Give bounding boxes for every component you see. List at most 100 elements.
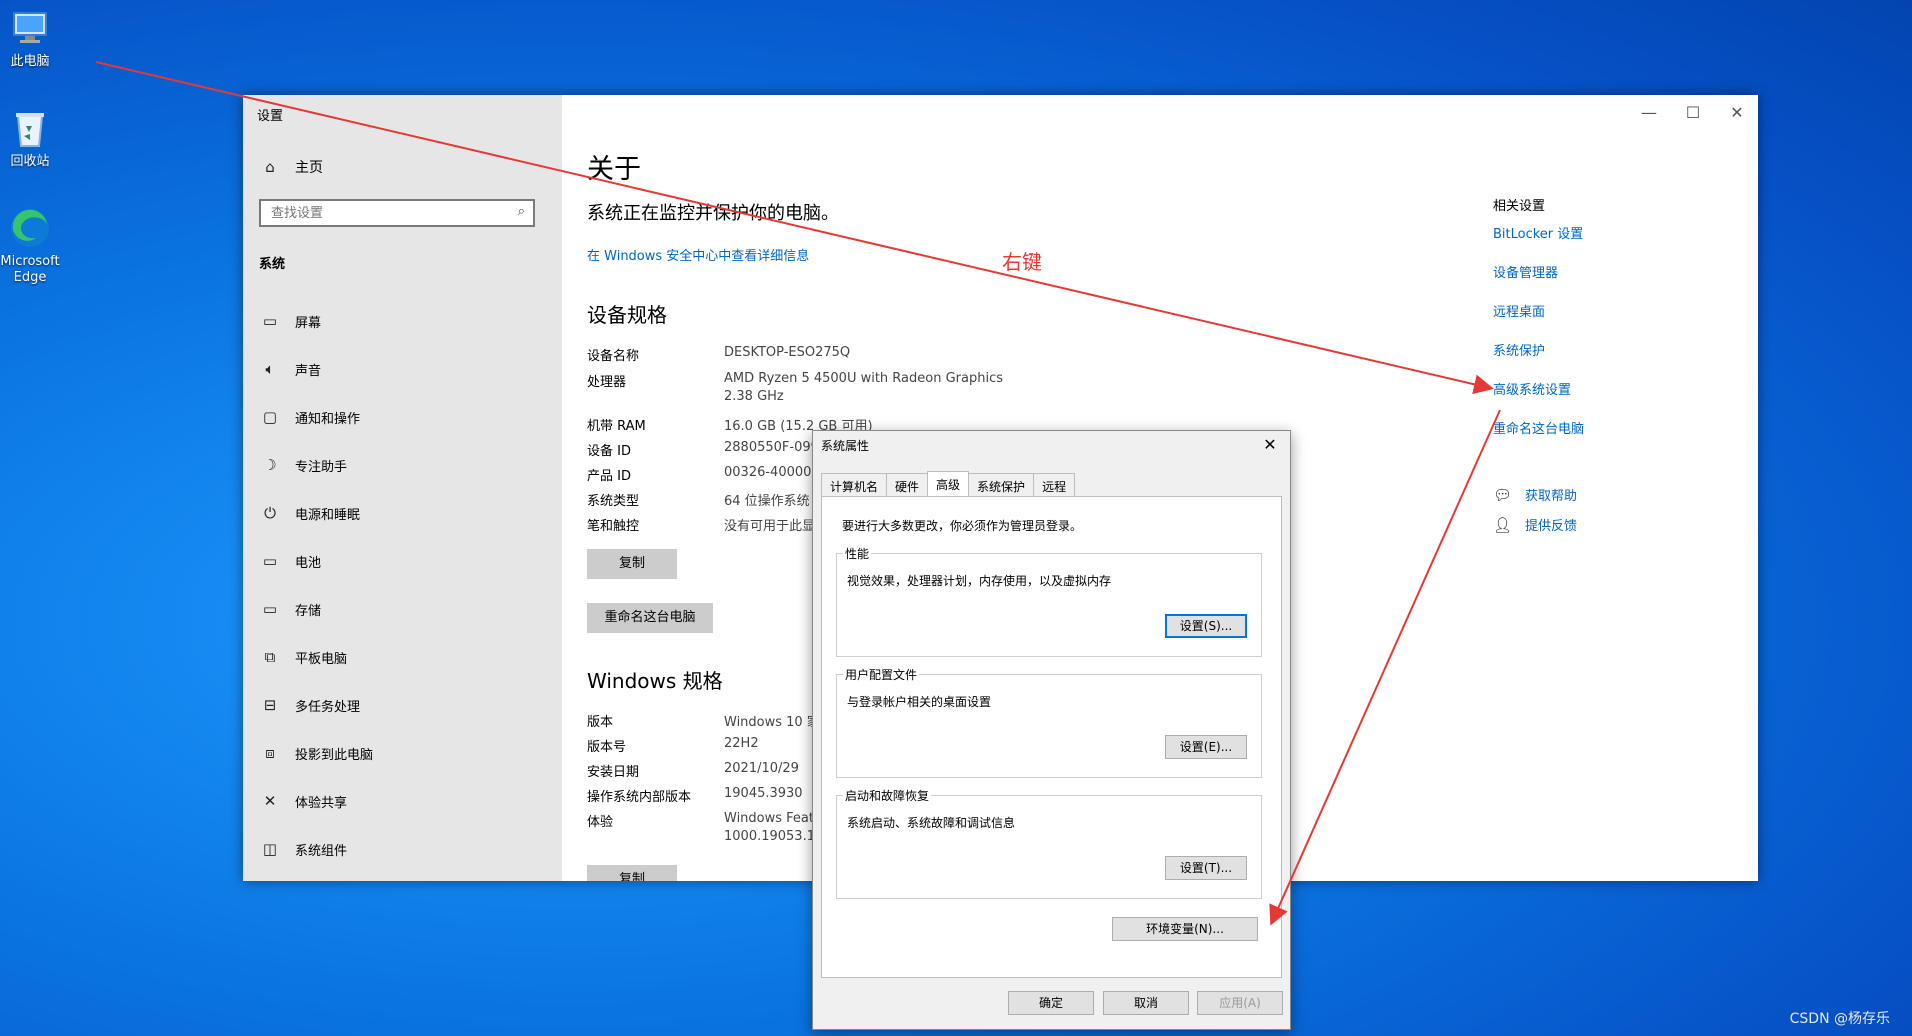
group-desc: 视觉效果，处理器计划，内存使用，以及虚拟内存 bbox=[847, 574, 1112, 588]
sidebar-item-multitasking[interactable]: ⊟ 多任务处理 bbox=[259, 693, 360, 717]
copy-button[interactable]: 复制 bbox=[587, 549, 677, 579]
sidebar-item-label: 平板电脑 bbox=[295, 651, 348, 667]
watermark: CSDN @杨存乐 bbox=[1789, 1011, 1890, 1027]
spec-label: 处理器 bbox=[587, 375, 627, 390]
windows-specs-title: Windows 规格 bbox=[587, 669, 723, 693]
annotation-right-click: 右键 bbox=[1002, 250, 1042, 274]
sidebar-item-label: 存储 bbox=[295, 603, 322, 619]
sidebar-item-label: 电池 bbox=[295, 555, 322, 571]
spec-value: 2.38 GHz bbox=[724, 389, 784, 404]
related-settings-title: 相关设置 bbox=[1493, 199, 1546, 214]
sidebar-item-battery[interactable]: ▭ 电池 bbox=[259, 549, 321, 573]
desktop-icon-this-pc[interactable]: 此电脑 bbox=[0, 6, 65, 70]
environment-variables-button[interactable]: 环境变量(N)... bbox=[1112, 917, 1258, 941]
sidebar-item-label: 专注助手 bbox=[295, 459, 348, 475]
feedback-label: 提供反馈 bbox=[1525, 519, 1578, 534]
get-help-link[interactable]: 💬︎ 获取帮助 bbox=[1493, 485, 1578, 505]
storage-icon: ▭ bbox=[262, 600, 278, 618]
tab-advanced[interactable]: 高级 bbox=[927, 471, 970, 499]
project-icon: ⧈ bbox=[265, 744, 275, 762]
settings-sidebar: 设置 ⌂ 主页 ⌕ 系统 ▭ 屏幕 🔈︎ 声音 ▢ 通知和操作 ☽ 专注助手 ⏻ 电源和睡… bbox=[243, 95, 562, 881]
rename-pc-link[interactable]: 重命名这台电脑 bbox=[1493, 418, 1584, 437]
startup-settings-button[interactable]: 设置(T)... bbox=[1165, 856, 1247, 880]
sidebar-item-storage[interactable]: ▭ 存储 bbox=[259, 597, 321, 621]
desktop-icon-label: 回收站 bbox=[10, 154, 50, 169]
startup-recovery-group: 启动和故障恢复 系统启动、系统故障和调试信息 设置(T)... bbox=[836, 787, 1262, 899]
sidebar-item-sound[interactable]: 🔈︎ 声音 bbox=[259, 357, 321, 381]
spec-label: 设备 ID bbox=[587, 444, 631, 459]
admin-note: 要进行大多数更改，你必须作为管理员登录。 bbox=[842, 519, 1083, 533]
system-properties-dialog: 系统属性 ✕ 计算机名 硬件 高级 系统保护 远程 要进行大多数更改，你必须作为… bbox=[812, 430, 1291, 1030]
spec-label: 版本号 bbox=[587, 740, 627, 755]
ok-button[interactable]: 确定 bbox=[1008, 991, 1094, 1015]
user-profile-group: 用户配置文件 与登录帐户相关的桌面设置 设置(E)... bbox=[836, 666, 1262, 778]
sidebar-item-tablet[interactable]: ⧉ 平板电脑 bbox=[259, 645, 347, 669]
spec-value: Windows Feat bbox=[724, 811, 814, 826]
sidebar-item-label: 电源和睡眠 bbox=[295, 507, 361, 523]
security-center-link[interactable]: 在 Windows 安全中心中查看详细信息 bbox=[587, 245, 809, 264]
battery-icon: ▭ bbox=[262, 552, 278, 570]
user-profile-settings-button[interactable]: 设置(E)... bbox=[1165, 735, 1247, 759]
desktop-icon-label: 此电脑 bbox=[10, 54, 50, 69]
person-feedback-icon: 👤︎ bbox=[1493, 515, 1513, 534]
speaker-icon: 🔈︎ bbox=[265, 360, 275, 378]
spec-value: 00326-40000- bbox=[724, 465, 817, 480]
sidebar-item-label: 系统组件 bbox=[295, 843, 348, 859]
sidebar-item-shared-experiences[interactable]: ✕ 体验共享 bbox=[259, 789, 347, 813]
sidebar-item-label: 屏幕 bbox=[295, 315, 322, 331]
tablet-icon: ⧉ bbox=[264, 648, 276, 666]
monitor-icon: ▭ bbox=[262, 312, 278, 330]
spec-label: 系统类型 bbox=[587, 494, 640, 509]
spec-label: 设备名称 bbox=[587, 349, 640, 364]
search-box[interactable]: ⌕ bbox=[259, 199, 535, 227]
bitlocker-link[interactable]: BitLocker 设置 bbox=[1493, 223, 1583, 242]
performance-group: 性能 视觉效果，处理器计划，内存使用，以及虚拟内存 设置(S)... bbox=[836, 545, 1262, 657]
device-manager-link[interactable]: 设备管理器 bbox=[1493, 262, 1558, 281]
sidebar-item-power[interactable]: ⏻ 电源和睡眠 bbox=[259, 501, 360, 525]
get-help-label: 获取帮助 bbox=[1525, 489, 1578, 504]
group-desc: 系统启动、系统故障和调试信息 bbox=[847, 816, 1016, 830]
power-icon: ⏻ bbox=[264, 504, 276, 522]
desktop-icon-recycle-bin[interactable]: 回收站 bbox=[0, 106, 65, 170]
sidebar-item-label: 声音 bbox=[295, 363, 322, 379]
advanced-system-settings-link[interactable]: 高级系统设置 bbox=[1493, 379, 1571, 398]
spec-value: DESKTOP-ESO275Q bbox=[724, 345, 851, 360]
sidebar-item-focus-assist[interactable]: ☽ 专注助手 bbox=[259, 453, 347, 477]
spec-value: Windows 10 家 bbox=[724, 715, 820, 730]
sidebar-item-label: 体验共享 bbox=[295, 795, 348, 811]
spec-label: 操作系统内部版本 bbox=[587, 790, 692, 805]
edge-icon bbox=[8, 206, 52, 250]
sidebar-item-notifications[interactable]: ▢ 通知和操作 bbox=[259, 405, 360, 429]
home-icon: ⌂ bbox=[265, 158, 275, 176]
search-icon[interactable]: ⌕ bbox=[518, 204, 525, 219]
sidebar-item-display[interactable]: ▭ 屏幕 bbox=[259, 309, 321, 333]
dialog-close-button[interactable]: ✕ bbox=[1256, 431, 1284, 459]
sidebar-item-projecting[interactable]: ⧈ 投影到此电脑 bbox=[259, 741, 373, 765]
group-desc: 与登录帐户相关的桌面设置 bbox=[847, 695, 992, 709]
rename-pc-button[interactable]: 重命名这台电脑 bbox=[587, 603, 713, 633]
spec-label: 安装日期 bbox=[587, 765, 640, 780]
sidebar-item-label: 多任务处理 bbox=[295, 699, 361, 715]
nav-home[interactable]: ⌂ 主页 bbox=[259, 157, 323, 177]
page-title: 关于 bbox=[587, 154, 641, 185]
desktop-icon-label: Microsoft Edge bbox=[0, 254, 60, 285]
advanced-tab-panel: 要进行大多数更改，你必须作为管理员登录。 性能 视觉效果，处理器计划，内存使用，… bbox=[821, 496, 1282, 978]
remote-desktop-link[interactable]: 远程桌面 bbox=[1493, 301, 1545, 320]
system-protection-link[interactable]: 系统保护 bbox=[1493, 340, 1545, 359]
spec-value: 没有可用于此显 bbox=[724, 519, 816, 534]
sidebar-item-system-components[interactable]: ◫ 系统组件 bbox=[259, 837, 347, 861]
copy-button-windows[interactable]: 复制 bbox=[587, 865, 677, 881]
search-input[interactable] bbox=[261, 204, 503, 222]
spec-value: AMD Ryzen 5 4500U with Radeon Graphics bbox=[724, 371, 1004, 386]
protection-status: 系统正在监控并保护你的电脑。 bbox=[587, 203, 839, 224]
feedback-link[interactable]: 👤︎ 提供反馈 bbox=[1493, 515, 1578, 535]
desktop-icon-edge[interactable]: Microsoft Edge bbox=[0, 206, 65, 286]
spec-value: 2021/10/29 bbox=[724, 761, 799, 776]
performance-settings-button[interactable]: 设置(S)... bbox=[1165, 614, 1247, 638]
group-title: 用户配置文件 bbox=[843, 666, 920, 683]
apply-button[interactable]: 应用(A) bbox=[1197, 991, 1283, 1015]
cancel-button[interactable]: 取消 bbox=[1103, 991, 1189, 1015]
sidebar-item-label: 投影到此电脑 bbox=[295, 747, 374, 763]
group-title: 启动和故障恢复 bbox=[843, 787, 932, 804]
sidebar-item-label: 通知和操作 bbox=[295, 411, 361, 427]
